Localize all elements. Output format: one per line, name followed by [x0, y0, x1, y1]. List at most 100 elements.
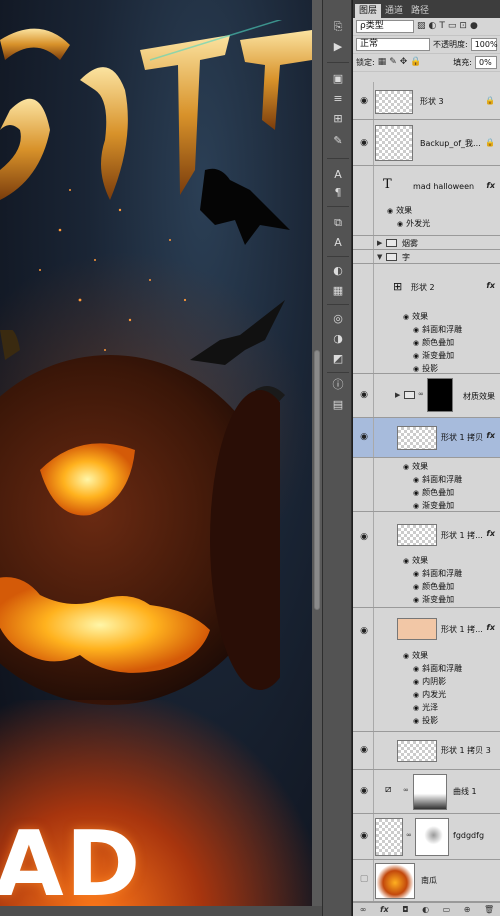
layer-row[interactable]: ⊞ 形状 2 fx ◉ 效果 ◉ 斜面和浮雕 ◉ 颜色叠加 ◉ 渐变叠加 ◉ 投影 — [353, 264, 500, 374]
eye-icon[interactable]: ◉ — [358, 786, 370, 796]
layer-row[interactable]: ▢ 南瓜 — [353, 860, 500, 902]
character-icon[interactable]: A — [330, 168, 346, 182]
lock-move-icon[interactable]: ✥ — [400, 57, 408, 68]
eye-icon[interactable]: ◉ — [413, 704, 419, 712]
eye-icon[interactable]: ◉ — [358, 390, 370, 400]
styles-icon[interactable]: ⊞ — [330, 112, 346, 126]
tab-layers[interactable]: 图层 — [355, 4, 382, 18]
layer-name[interactable]: 南瓜 — [421, 875, 437, 886]
fx-badge[interactable]: fx — [486, 181, 495, 190]
eye-icon[interactable]: ◉ — [403, 557, 409, 565]
layer-name[interactable]: Backup_of_我... — [420, 138, 481, 149]
eye-icon[interactable]: ◉ — [413, 326, 419, 334]
layer-name[interactable]: 烟雾 — [402, 238, 418, 249]
eye-icon[interactable]: ◉ — [413, 596, 419, 604]
history-icon[interactable]: ⎘ — [330, 20, 346, 34]
eye-icon[interactable]: ◉ — [358, 96, 370, 106]
effect-name[interactable]: 渐变叠加 — [422, 351, 454, 360]
eye-icon[interactable]: ◉ — [358, 745, 370, 755]
eye-icon[interactable]: ◉ — [413, 489, 419, 497]
canvas-vertical-scrollbar[interactable] — [312, 0, 322, 916]
filter-smart-icon[interactable]: ⊡ — [459, 21, 467, 32]
eye-icon[interactable]: ◉ — [358, 432, 370, 442]
effect-name[interactable]: 颜色叠加 — [422, 338, 454, 347]
layer-row[interactable]: ◉ ⧄ ∞ 曲线 1 — [353, 770, 500, 814]
layer-name[interactable]: 曲线 1 — [453, 786, 477, 797]
layer-name[interactable]: 形状 1 拷... — [441, 624, 483, 635]
link-layers-icon[interactable]: ∞ — [360, 905, 367, 914]
layer-row-selected[interactable]: ◉ 形状 1 拷贝 fx — [353, 418, 500, 458]
layers-comp-icon[interactable]: ◎ — [330, 312, 346, 326]
lock-transparent-icon[interactable]: ▦ — [378, 57, 387, 68]
layer-name[interactable]: 形状 1 拷贝 3 — [441, 745, 491, 756]
mask-thumbnail[interactable] — [413, 774, 447, 810]
color-icon[interactable]: ◐ — [330, 264, 346, 278]
swatches-icon[interactable]: ▦ — [330, 284, 346, 298]
filter-type-icon[interactable]: T — [439, 21, 445, 32]
layer-name[interactable]: mad halloween — [413, 182, 474, 191]
eye-icon[interactable]: ◉ — [413, 476, 419, 484]
eye-icon[interactable]: ◉ — [413, 365, 419, 373]
new-group-icon[interactable]: ▭ — [443, 905, 451, 914]
effect-name[interactable]: 颜色叠加 — [422, 488, 454, 497]
filter-shape-icon[interactable]: ▭ — [448, 21, 457, 32]
delete-layer-icon[interactable]: 🗑 — [484, 905, 494, 914]
layer-group-row[interactable]: ◉ ▶ ∞ 材质效果 — [353, 374, 500, 418]
fx-badge[interactable]: fx — [486, 529, 495, 538]
effect-name[interactable]: 颜色叠加 — [422, 582, 454, 591]
eye-icon[interactable]: ◉ — [413, 691, 419, 699]
adjustment-layer-icon[interactable]: ◐ — [422, 905, 429, 914]
expand-arrow-icon[interactable]: ▶ — [395, 391, 400, 399]
lock-paint-icon[interactable]: ✎ — [389, 57, 397, 68]
layer-list[interactable]: ◉ 形状 3 🔒 ◉ Backup_of_我... 🔒 T mad hallow… — [353, 82, 500, 902]
scrollbar-thumb[interactable] — [314, 350, 320, 610]
new-layer-icon[interactable]: ⊕ — [464, 905, 471, 914]
properties-icon[interactable]: ≡ — [330, 92, 346, 106]
layer-group-row[interactable]: ▼ 字 — [353, 250, 500, 264]
adjustments-icon[interactable]: ▣ — [330, 72, 346, 86]
eye-icon[interactable]: ◉ — [358, 831, 370, 841]
eye-icon[interactable]: ◉ — [413, 583, 419, 591]
filter-adjust-icon[interactable]: ◐ — [429, 21, 437, 32]
fill-input[interactable]: 0% — [475, 56, 497, 69]
filter-pixel-icon[interactable]: ▨ — [417, 21, 426, 32]
eye-icon[interactable]: ◉ — [413, 502, 419, 510]
effect-name[interactable]: 内发光 — [422, 690, 446, 699]
layer-group-row[interactable]: ▶ 烟雾 — [353, 236, 500, 250]
layer-name[interactable]: 字 — [402, 252, 410, 263]
canvas-horizontal-scrollbar[interactable] — [0, 906, 322, 916]
eye-icon[interactable]: ◉ — [403, 463, 409, 471]
opacity-input[interactable]: 100% — [470, 38, 498, 51]
layer-row[interactable]: ◉ 形状 1 拷贝 3 — [353, 732, 500, 770]
expand-arrow-icon[interactable]: ▶ — [377, 239, 382, 247]
effect-name[interactable]: 渐变叠加 — [422, 501, 454, 510]
layer-name[interactable]: 形状 2 — [411, 282, 435, 293]
layer-name[interactable]: 形状 1 拷... — [441, 530, 483, 541]
layer-row[interactable]: ◉ 形状 3 🔒 — [353, 82, 500, 120]
tab-channels[interactable]: 通道 — [381, 4, 407, 18]
play-action-icon[interactable]: ▶ — [330, 40, 346, 54]
brush-icon[interactable]: ✎ — [330, 134, 346, 148]
clone-source-icon[interactable]: ⧉ — [330, 216, 346, 230]
masks-icon[interactable]: ◑ — [330, 332, 346, 346]
tab-paths[interactable]: 路径 — [407, 4, 433, 18]
eye-icon[interactable]: ◉ — [403, 313, 409, 321]
document-canvas[interactable]: AD — [0, 0, 312, 916]
effect-name[interactable]: 光泽 — [422, 703, 438, 712]
add-mask-icon[interactable]: ◘ — [402, 905, 408, 914]
eye-icon[interactable]: ◉ — [413, 339, 419, 347]
eye-icon[interactable]: ◉ — [413, 352, 419, 360]
lock-all-icon[interactable]: 🔒 — [410, 57, 421, 68]
navigator-icon[interactable]: ◩ — [330, 352, 346, 366]
layer-name[interactable]: 形状 3 — [420, 96, 444, 107]
info-icon[interactable]: ⓘ — [330, 378, 346, 392]
effect-name[interactable]: 投影 — [422, 364, 438, 373]
filter-toggle-icon[interactable]: ● — [470, 21, 478, 32]
effect-name[interactable]: 投影 — [422, 716, 438, 725]
effect-name[interactable]: 斜面和浮雕 — [422, 325, 462, 334]
layer-row[interactable]: ◉ ∞ fgdgdfg — [353, 814, 500, 860]
eye-icon[interactable]: ◉ — [387, 207, 393, 215]
add-style-icon[interactable]: fx — [380, 905, 389, 914]
fx-badge[interactable]: fx — [486, 431, 495, 440]
eye-icon[interactable]: ◉ — [358, 532, 370, 542]
